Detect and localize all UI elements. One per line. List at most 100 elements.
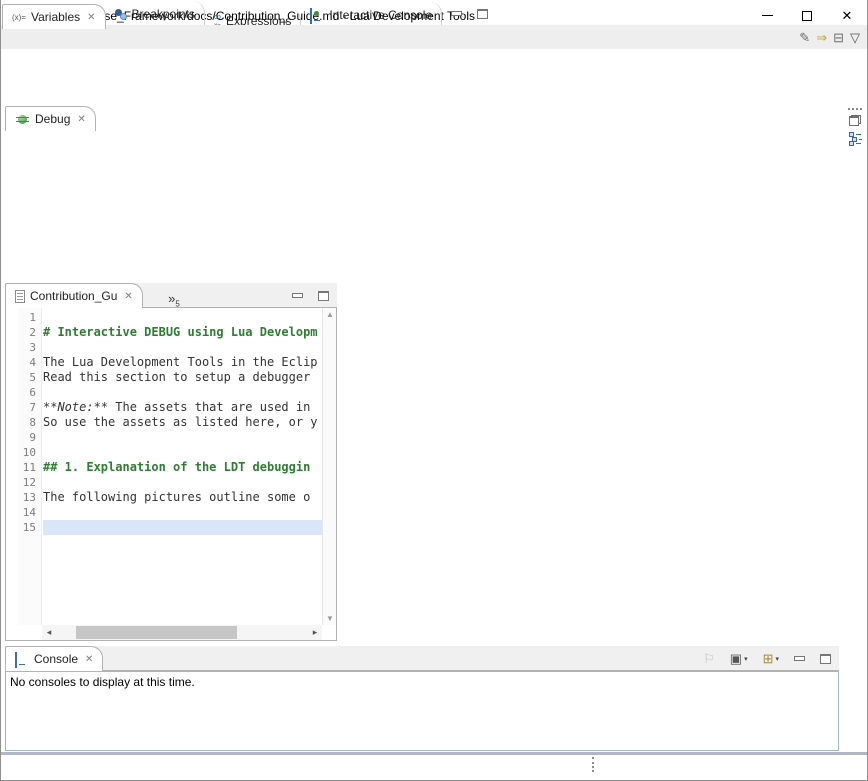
restore-view-button[interactable] [849, 115, 861, 126]
tab-console[interactable]: Console ✕ [5, 646, 103, 671]
tab-variables[interactable]: (x)= Variables ✕ [2, 4, 106, 29]
editor-overflow-chevron[interactable]: »5 [168, 291, 180, 306]
tab-label: Breakpoints [132, 7, 195, 21]
code-line: So use the assets as listed here, or y [43, 415, 322, 430]
tab-contribution-guide[interactable]: Contribution_Gu ✕ [5, 283, 143, 308]
pin-console-button-icon: ⚐ [703, 652, 715, 665]
line-number: 15 [18, 520, 36, 535]
code-line [43, 430, 322, 445]
variables-view-toolbar: ✎ ⇒ ⊟ ▽ [1, 25, 867, 49]
line-number: 6 [18, 385, 36, 400]
scroll-up-icon[interactable]: ▲ [323, 310, 337, 319]
code-line [43, 505, 322, 520]
maximize-icon [318, 291, 329, 301]
close-icon[interactable]: ✕ [77, 114, 85, 125]
outline-view-button[interactable] [849, 132, 862, 146]
line-number: 3 [18, 340, 36, 355]
view-menu-button[interactable]: ▽ [848, 26, 862, 48]
line-number: 9 [18, 430, 36, 445]
code-segment: Note: [57, 400, 93, 414]
code-segment: ** [43, 400, 57, 414]
editor-content: 123456789101112131415 # Interactive DEBU… [5, 308, 337, 641]
minimize-icon [451, 11, 462, 16]
close-icon: ✕ [842, 9, 853, 22]
code-line [43, 340, 322, 355]
scroll-left-icon[interactable]: ◂ [42, 627, 56, 638]
code-line [43, 385, 322, 400]
tab-label: Variables [31, 10, 80, 24]
line-number: 11 [18, 460, 36, 475]
line-number-gutter: 123456789101112131415 [18, 308, 42, 625]
markdown-file-icon [15, 290, 25, 303]
code-line: Read this section to setup a debugger [43, 370, 322, 385]
variables-view-header: (x)=Variables✕Breakpoints∞x=ExpressionsI… [2, 1, 496, 26]
chevron-down-icon[interactable]: ▾ [744, 655, 748, 663]
tab-console-label: Console [34, 652, 78, 666]
line-number: 14 [18, 505, 36, 520]
annotation-ruler [6, 308, 18, 625]
show-logical-structures-button[interactable]: ⇒ [814, 26, 829, 48]
maximize-button[interactable] [475, 3, 490, 25]
breakpoints-icon [115, 8, 127, 20]
code-segment: ** The assets that are used in [94, 400, 311, 414]
app-window: Debug - Moose_Framework/docs/Contributio… [0, 0, 868, 781]
tab-breakpoints[interactable]: Breakpoints [106, 1, 205, 26]
vertical-scrollbar[interactable]: ▲ ▼ [322, 308, 336, 625]
close-icon[interactable]: ✕ [124, 291, 132, 302]
code-text-area[interactable]: # Interactive DEBUG using Lua DevelopmTh… [43, 308, 322, 625]
scroll-right-icon[interactable]: ▸ [308, 627, 322, 638]
code-line: ## 1. Explanation of the LDT debuggin [43, 460, 322, 475]
editor-header-icons [289, 283, 332, 308]
close-icon[interactable]: ✕ [85, 654, 93, 665]
minimize-button[interactable] [792, 648, 807, 670]
chevron-down-icon[interactable]: ▾ [775, 655, 779, 663]
editor-header: Contribution_Gu ✕ »5 [5, 283, 337, 308]
view-menu-button-icon: ▽ [850, 31, 860, 44]
line-number: 1 [18, 310, 36, 325]
tab-interactive-console[interactable]: Interactive Console [301, 2, 442, 27]
tab-debug[interactable]: Debug ✕ [5, 106, 96, 131]
editor-tab-label: Contribution_Gu [30, 289, 117, 303]
scrollbar-thumb[interactable] [76, 626, 237, 639]
code-line [43, 475, 322, 490]
console-view: Console ✕ ⚐ ▣▾ ⊞▾ No consoles to display a… [5, 646, 839, 751]
line-number: 8 [18, 415, 36, 430]
status-bar-drag-handle[interactable] [592, 757, 596, 772]
display-selected-console-button[interactable]: ▣▾ [728, 648, 750, 670]
show-type-names-button-icon: ✎ [799, 31, 810, 44]
debug-bug-icon [18, 115, 27, 124]
collapse-all-button[interactable]: ⊟ [831, 26, 846, 48]
horizontal-scrollbar[interactable]: ◂ ▸ [42, 625, 322, 640]
tray-drag-handle[interactable] [848, 108, 862, 111]
scroll-down-icon[interactable]: ▼ [323, 614, 337, 623]
show-logical-structures-button-icon: ⇒ [816, 31, 827, 44]
maximize-button[interactable] [818, 648, 833, 670]
code-line [43, 520, 322, 535]
console-message: No consoles to display at this time. [10, 675, 195, 689]
bottom-sash[interactable] [1, 752, 867, 755]
line-number: 10 [18, 445, 36, 460]
minimized-view-tray [844, 106, 866, 176]
variables-header-icons [448, 1, 491, 26]
maximize-button[interactable] [316, 285, 331, 307]
line-number: 12 [18, 475, 36, 490]
tab-label: Interactive Console [329, 8, 432, 22]
line-number: 5 [18, 370, 36, 385]
tab-debug-label: Debug [35, 112, 70, 126]
variables-icon: (x)= [12, 13, 26, 22]
code-line: The Lua Development Tools in the Eclip [43, 355, 322, 370]
minimize-button[interactable] [290, 285, 305, 307]
minimize-icon [292, 293, 303, 298]
scrollbar-track[interactable] [56, 625, 308, 640]
close-icon[interactable]: ✕ [87, 12, 95, 23]
collapse-all-button-icon: ⊟ [833, 31, 844, 44]
maximize-icon [802, 11, 812, 21]
console-content: No consoles to display at this time. [5, 671, 839, 751]
code-line: The following pictures outline some o [43, 490, 322, 505]
open-console-button[interactable]: ⊞▾ [761, 648, 781, 670]
console-view-toolbar: ⚐ ▣▾ ⊞▾ [700, 646, 834, 671]
minimize-button[interactable] [449, 3, 464, 25]
show-type-names-button[interactable]: ✎ [797, 26, 812, 48]
pin-console-button[interactable]: ⚐ [701, 648, 717, 670]
code-line: **Note:** The assets that are used in [43, 400, 322, 415]
